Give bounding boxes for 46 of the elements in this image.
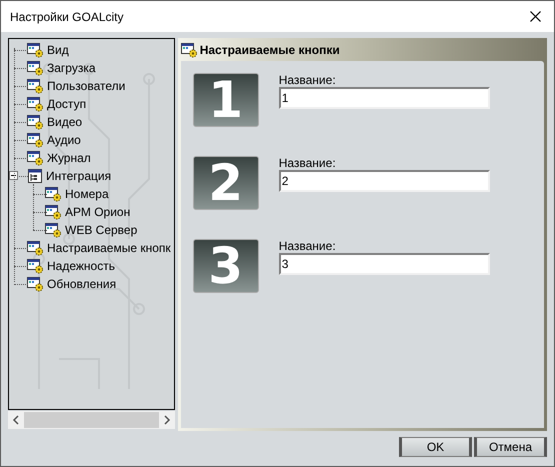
close-icon[interactable] [530,11,541,22]
dialog-button[interactable]: OK [399,437,472,457]
window-gear-icon [27,240,44,256]
field-label: Название: [278,73,337,87]
name-input-field[interactable]: 1 [278,87,490,109]
scrollbar-thumb[interactable] [24,412,159,428]
window-gear-icon [27,276,44,292]
field-label: Название: [278,156,337,170]
tree-item[interactable]: Обновления [47,275,116,293]
tree-item[interactable]: Интеграция [46,167,112,185]
tree-item[interactable]: Надежность [47,257,115,275]
field-label: Название: [278,239,337,253]
numbered-button-tile[interactable]: 1 [192,73,259,127]
name-input-field[interactable]: 3 [278,253,490,275]
tree-item[interactable]: Номера [65,185,109,203]
tree-item[interactable]: Вид [47,41,69,59]
window-gear-icon [27,132,44,148]
tree-structure-icon [27,168,43,184]
window-title: Настройки GOALcity [10,8,124,26]
window-gear-icon [27,150,44,166]
dialog-button[interactable]: Отмена [474,437,547,457]
window-gear-icon [27,96,44,112]
numbered-button-tile[interactable]: 3 [192,239,259,293]
tree-item[interactable]: Настраиваемые кнопк [47,239,171,257]
tree-item[interactable]: Пользователи [47,77,126,95]
collapse-toggle[interactable] [9,171,18,180]
horizontal-scrollbar[interactable] [8,411,175,429]
tree-item[interactable]: Видео [47,113,82,131]
window-gear-icon [27,78,44,94]
window-gear-icon [27,60,44,76]
window-gear-icon [45,204,62,220]
window-gear-icon [45,186,62,202]
name-input-field[interactable]: 2 [278,170,490,192]
tree-item[interactable]: Загрузка [47,59,96,77]
tree-item[interactable]: Журнал [47,149,91,167]
window-gear-icon [27,42,44,58]
tree-item[interactable]: АРМ Орион [65,203,130,221]
panel-title: Настраиваемые кнопки [200,42,340,58]
window-gear-icon [45,222,62,238]
window-gear-icon [27,114,44,130]
tree-item[interactable]: Аудио [47,131,81,149]
tree-item[interactable]: WEB Сервер [65,221,138,239]
window-gear-icon [27,258,44,274]
window-gear-icon [180,42,198,58]
tree-item[interactable]: Доступ [47,95,86,113]
numbered-button-tile[interactable]: 2 [192,156,259,210]
